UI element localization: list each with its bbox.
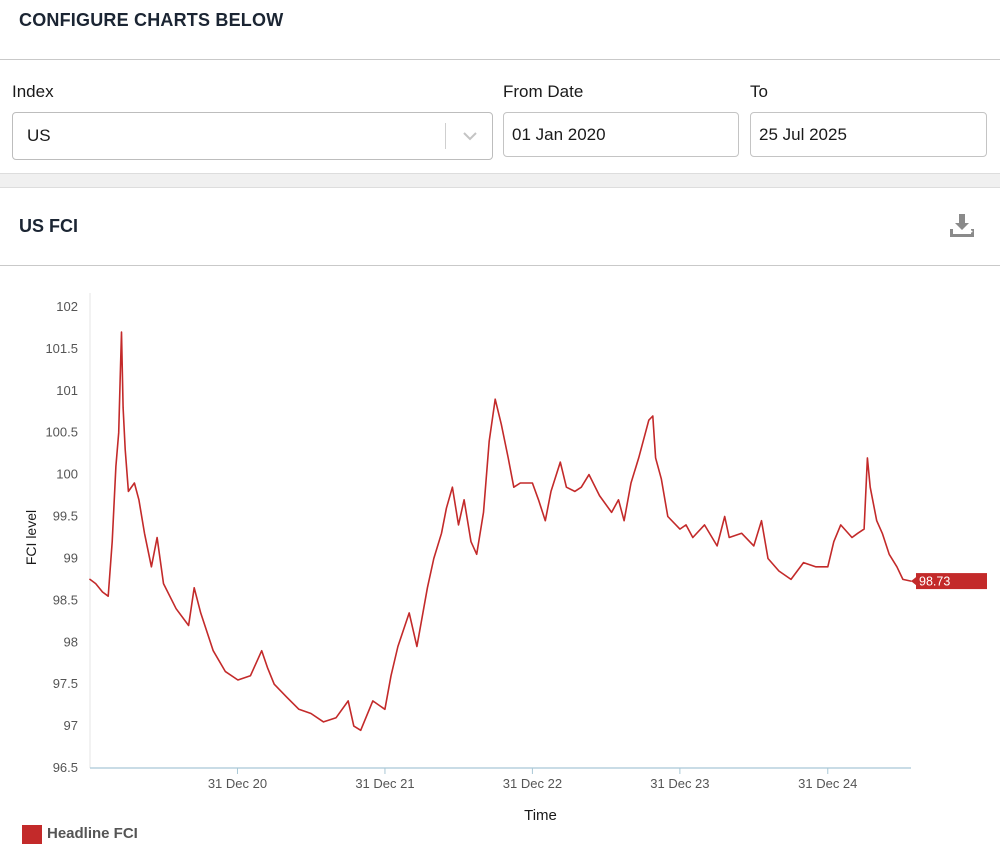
- y-tick-label: 99: [64, 550, 78, 565]
- download-icon[interactable]: [946, 210, 978, 242]
- fci-line-chart: 96.5 97 97.5 98 98.5 99 99.5 100 100.5 101 101.5 10…: [23, 293, 987, 824]
- x-tick-label: 31 Dec 21: [355, 776, 414, 791]
- y-tick-label: 97: [64, 718, 78, 733]
- x-tick-label: 31 Dec 20: [208, 776, 267, 791]
- configure-title: CONFIGURE CHARTS BELOW: [19, 10, 284, 30]
- from-date-value: 01 Jan 2020: [512, 125, 606, 144]
- x-tick-label: 31 Dec 23: [650, 776, 709, 791]
- to-date-input[interactable]: 25 Jul 2025: [750, 112, 987, 157]
- legend-swatch: [22, 825, 42, 844]
- y-tick-label: 98: [64, 634, 78, 649]
- series-line-headline-fci: [89, 331, 912, 732]
- to-date-label: To: [750, 82, 768, 101]
- y-tick-label: 98.5: [53, 592, 78, 607]
- last-value-pointer: [911, 577, 916, 586]
- y-axis-title: FCI level: [23, 510, 39, 565]
- y-tick-label: 101.5: [45, 341, 78, 356]
- y-tick-label: 100: [56, 467, 78, 482]
- to-date-value: 25 Jul 2025: [759, 125, 847, 144]
- index-select-value: US: [27, 126, 51, 145]
- chart-panel-header: US FCI: [0, 188, 1000, 266]
- select-separator: [445, 123, 446, 149]
- x-tick-label: 31 Dec 22: [503, 776, 562, 791]
- index-select[interactable]: US: [12, 112, 493, 160]
- last-value-label: 98.73: [919, 575, 950, 589]
- y-tick-label: 102: [56, 299, 78, 314]
- index-label: Index: [12, 82, 54, 101]
- x-axis-title: Time: [524, 807, 557, 824]
- section-divider: [0, 173, 1000, 188]
- configure-header: CONFIGURE CHARTS BELOW: [0, 0, 1000, 60]
- chart-title: US FCI: [19, 216, 79, 236]
- from-date-input[interactable]: 01 Jan 2020: [503, 112, 739, 157]
- y-tick-label: 96.5: [53, 760, 78, 775]
- from-date-label: From Date: [503, 82, 584, 101]
- x-tick-label: 31 Dec 24: [798, 776, 857, 791]
- y-tick-label: 100.5: [45, 425, 78, 440]
- y-tick-label: 97.5: [53, 676, 78, 691]
- legend-label: Headline FCI: [47, 825, 138, 842]
- chevron-down-icon[interactable]: [459, 125, 481, 147]
- y-tick-label: 99.5: [53, 509, 78, 524]
- y-tick-label: 101: [56, 383, 78, 398]
